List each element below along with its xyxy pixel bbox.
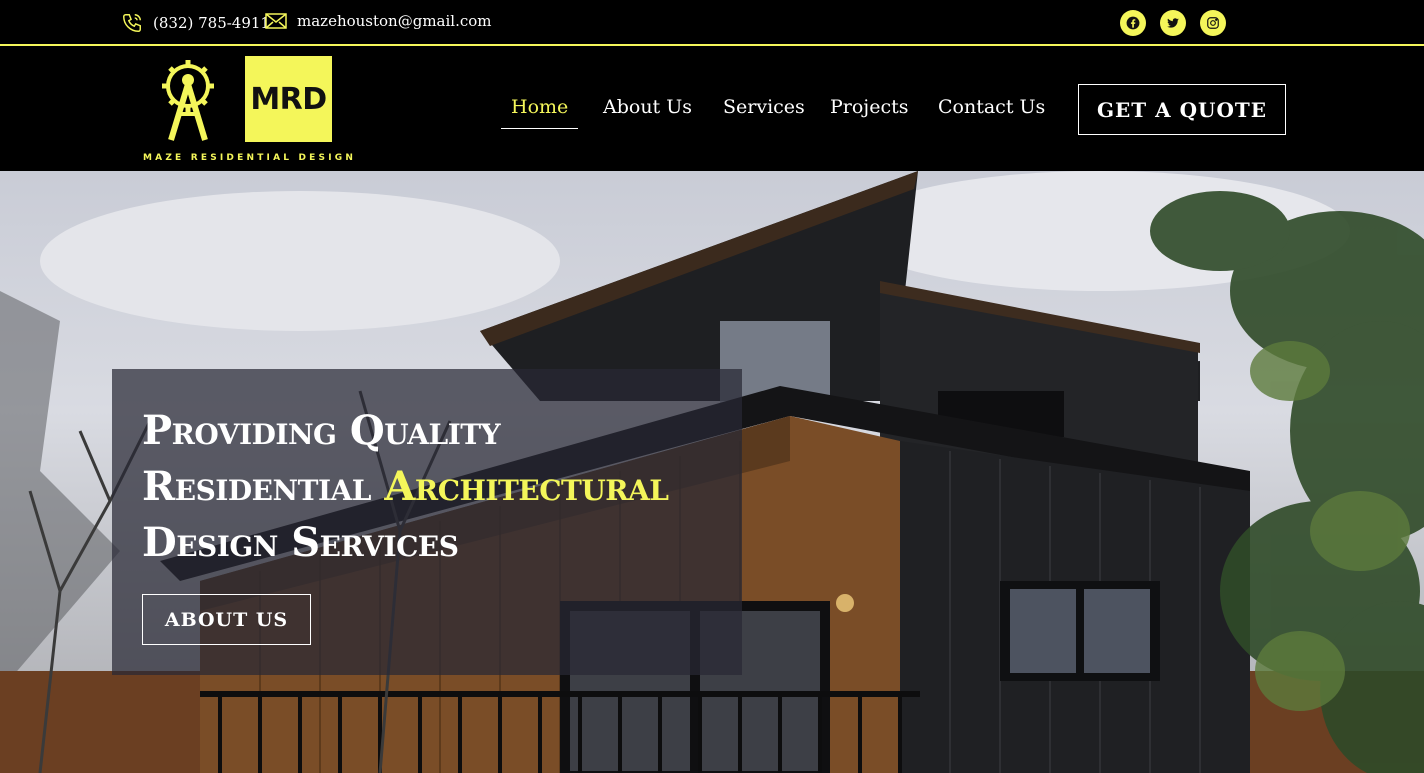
site-logo[interactable]: MRD MAZE RESIDENTIAL DESIGN	[143, 54, 357, 166]
instagram-icon[interactable]	[1200, 10, 1226, 36]
phone-icon	[121, 12, 143, 34]
headline-accent: Architectural	[384, 463, 669, 510]
nav-contact-us[interactable]: Contact Us	[928, 96, 1055, 128]
nav-projects[interactable]: Projects	[820, 96, 918, 128]
hero-headline: Providing Quality Residential Architectu…	[142, 403, 669, 571]
logo-tagline: MAZE RESIDENTIAL DESIGN	[143, 153, 357, 163]
headline-line-1: Providing Quality	[142, 407, 501, 454]
headline-line-3: Design Services	[142, 519, 459, 566]
headline-line-2: Residential	[142, 463, 385, 510]
logo-mrd-box: MRD	[245, 56, 332, 142]
compass-gear-icon	[157, 56, 219, 150]
social-links	[1120, 10, 1226, 36]
facebook-icon[interactable]	[1120, 10, 1146, 36]
nav-about-us[interactable]: About Us	[593, 96, 702, 128]
phone-number: (832) 785-4911	[153, 14, 270, 32]
about-us-button[interactable]: ABOUT US	[142, 594, 311, 645]
email-link[interactable]: mazehouston@gmail.com	[265, 12, 492, 30]
envelope-icon	[265, 13, 287, 29]
top-contact-bar: (832) 785-4911 mazehouston@gmail.com	[0, 0, 1424, 46]
get-a-quote-button[interactable]: GET A QUOTE	[1078, 84, 1286, 135]
nav-services[interactable]: Services	[713, 96, 815, 128]
email-address: mazehouston@gmail.com	[297, 12, 492, 30]
site-header: MRD MAZE RESIDENTIAL DESIGN Home About U…	[0, 48, 1424, 171]
twitter-icon[interactable]	[1160, 10, 1186, 36]
nav-home[interactable]: Home	[501, 96, 579, 129]
phone-link[interactable]: (832) 785-4911	[121, 12, 270, 34]
hero-section: Providing Quality Residential Architectu…	[0, 171, 1424, 773]
